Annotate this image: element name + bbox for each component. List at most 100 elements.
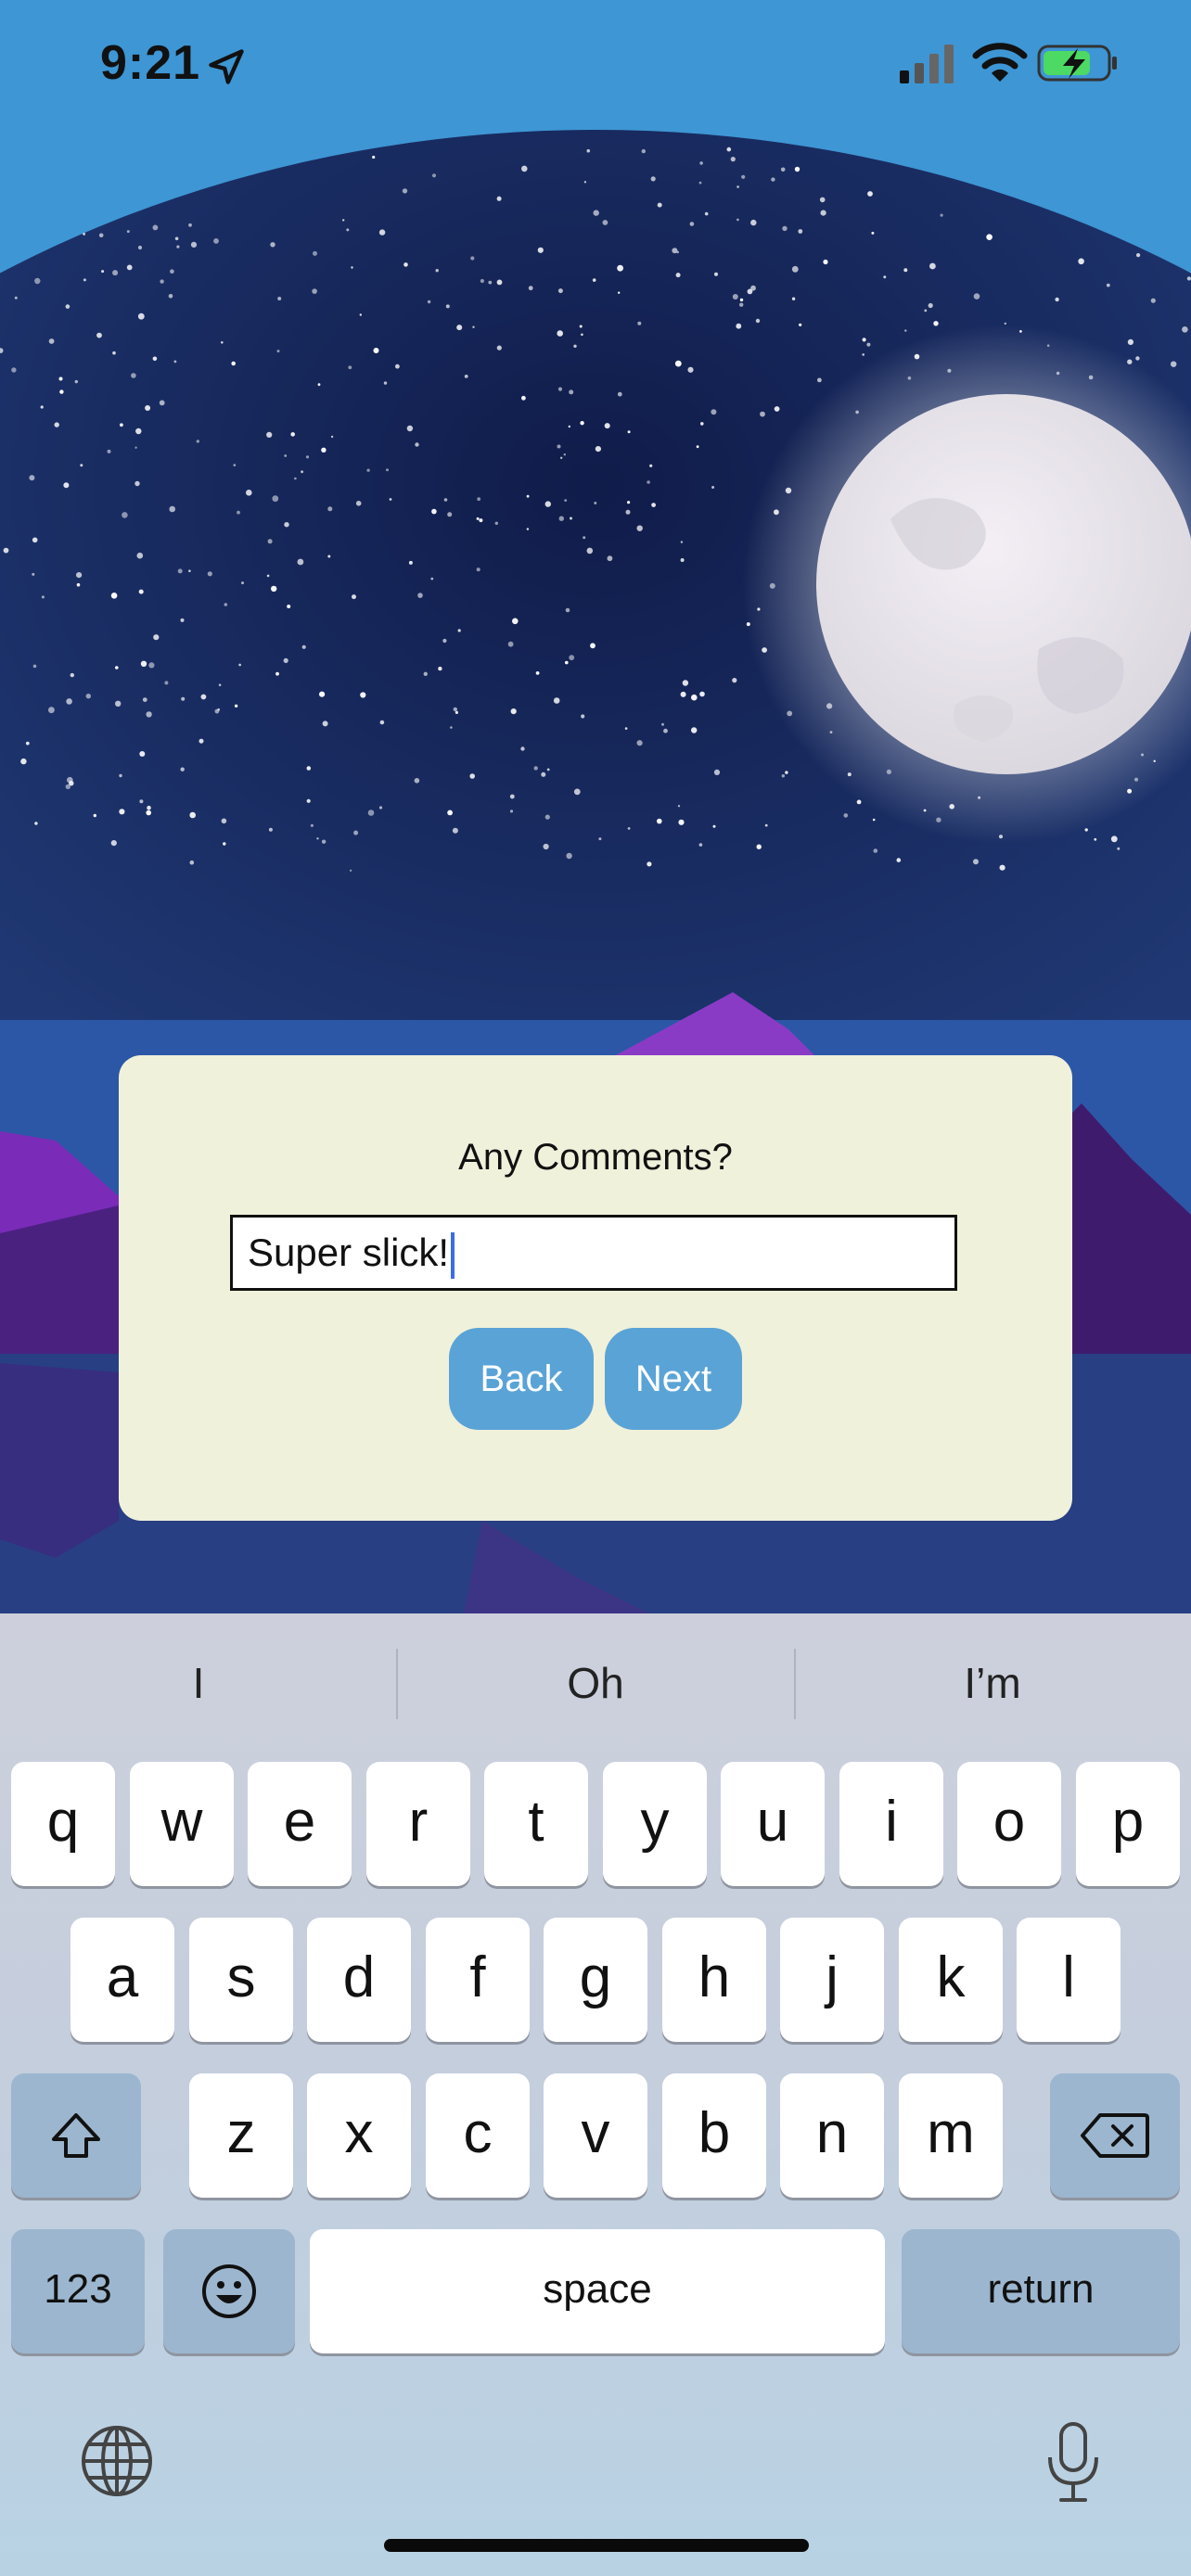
key-x[interactable]: x bbox=[307, 2073, 411, 2198]
star bbox=[676, 250, 679, 254]
key-f[interactable]: f bbox=[426, 1918, 530, 2042]
key-j[interactable]: j bbox=[780, 1918, 884, 2042]
shift-key[interactable] bbox=[11, 2073, 141, 2198]
key-y[interactable]: y bbox=[603, 1762, 707, 1886]
star bbox=[557, 288, 563, 294]
star bbox=[40, 405, 44, 409]
star bbox=[739, 302, 744, 307]
star bbox=[704, 211, 709, 216]
star bbox=[41, 595, 45, 599]
star bbox=[431, 173, 437, 178]
star bbox=[346, 228, 350, 232]
key-o[interactable]: o bbox=[957, 1762, 1061, 1886]
comments-input-value: Super slick! bbox=[248, 1231, 450, 1274]
star bbox=[93, 813, 97, 818]
star bbox=[637, 321, 642, 325]
delete-key[interactable] bbox=[1050, 2073, 1180, 2198]
key-e[interactable]: e bbox=[248, 1762, 352, 1886]
back-button[interactable]: Back bbox=[449, 1328, 594, 1430]
star bbox=[306, 798, 311, 803]
key-b[interactable]: b bbox=[662, 2073, 766, 2198]
star bbox=[85, 694, 92, 699]
star bbox=[63, 482, 70, 489]
key-q[interactable]: q bbox=[11, 1762, 115, 1886]
star bbox=[34, 822, 38, 825]
star bbox=[526, 528, 530, 530]
star bbox=[139, 751, 146, 757]
suggestion-3[interactable]: I’m bbox=[794, 1658, 1191, 1708]
star bbox=[627, 827, 631, 830]
key-s[interactable]: s bbox=[189, 1918, 293, 2042]
star bbox=[189, 811, 196, 819]
star bbox=[657, 202, 662, 208]
key-c[interactable]: c bbox=[426, 2073, 530, 2198]
key-u[interactable]: u bbox=[721, 1762, 825, 1886]
star bbox=[110, 593, 118, 599]
star bbox=[1078, 258, 1084, 265]
star bbox=[134, 480, 140, 487]
key-k[interactable]: k bbox=[899, 1918, 1003, 2042]
star bbox=[774, 406, 780, 412]
star bbox=[687, 366, 694, 373]
star bbox=[174, 236, 179, 241]
star bbox=[316, 837, 319, 840]
star bbox=[207, 571, 212, 577]
key-t[interactable]: t bbox=[484, 1762, 588, 1886]
star bbox=[213, 238, 219, 244]
key-h[interactable]: h bbox=[662, 1918, 766, 2042]
star bbox=[661, 722, 664, 726]
key-v[interactable]: v bbox=[544, 2073, 647, 2198]
star bbox=[528, 286, 533, 291]
star bbox=[266, 431, 273, 438]
star bbox=[164, 681, 169, 685]
star bbox=[760, 411, 765, 417]
key-p[interactable]: p bbox=[1076, 1762, 1180, 1886]
star bbox=[349, 869, 352, 872]
microphone-icon[interactable] bbox=[1043, 2420, 1104, 2504]
return-key[interactable]: return bbox=[902, 2229, 1180, 2353]
space-key[interactable]: space bbox=[310, 2229, 885, 2353]
star bbox=[20, 758, 27, 765]
key-a[interactable]: a bbox=[70, 1918, 174, 2042]
star bbox=[32, 537, 38, 543]
star bbox=[270, 242, 275, 248]
star bbox=[277, 297, 282, 300]
key-g[interactable]: g bbox=[544, 1918, 647, 2042]
star bbox=[820, 210, 826, 216]
star bbox=[450, 726, 453, 729]
key-i[interactable]: i bbox=[839, 1762, 943, 1886]
next-button[interactable]: Next bbox=[605, 1328, 742, 1430]
star bbox=[592, 278, 596, 282]
star bbox=[305, 455, 310, 459]
key-m[interactable]: m bbox=[899, 2073, 1003, 2198]
comments-input[interactable]: Super slick! bbox=[230, 1215, 957, 1291]
star bbox=[32, 664, 37, 669]
star bbox=[476, 516, 480, 520]
suggestion-2[interactable]: Oh bbox=[397, 1658, 794, 1708]
key-r[interactable]: r bbox=[366, 1762, 470, 1886]
home-indicator[interactable] bbox=[384, 2539, 809, 2552]
globe-icon[interactable] bbox=[80, 2424, 154, 2498]
emoji-key[interactable] bbox=[163, 2229, 295, 2353]
star bbox=[678, 819, 685, 825]
key-l[interactable]: l bbox=[1017, 1918, 1121, 2042]
star bbox=[415, 442, 419, 447]
suggestion-1[interactable]: I bbox=[0, 1658, 397, 1708]
numbers-key[interactable]: 123 bbox=[11, 2229, 145, 2353]
star bbox=[472, 325, 475, 328]
key-z[interactable]: z bbox=[189, 2073, 293, 2198]
key-n[interactable]: n bbox=[780, 2073, 884, 2198]
key-w[interactable]: w bbox=[130, 1762, 234, 1886]
star bbox=[579, 325, 583, 328]
star bbox=[689, 222, 695, 226]
star bbox=[973, 293, 980, 300]
star bbox=[618, 291, 621, 294]
star bbox=[70, 672, 75, 678]
star bbox=[427, 300, 431, 304]
star bbox=[231, 361, 236, 366]
key-d[interactable]: d bbox=[307, 1918, 411, 2042]
star bbox=[139, 799, 144, 804]
star bbox=[510, 708, 517, 715]
star bbox=[378, 806, 383, 810]
star bbox=[135, 427, 142, 435]
